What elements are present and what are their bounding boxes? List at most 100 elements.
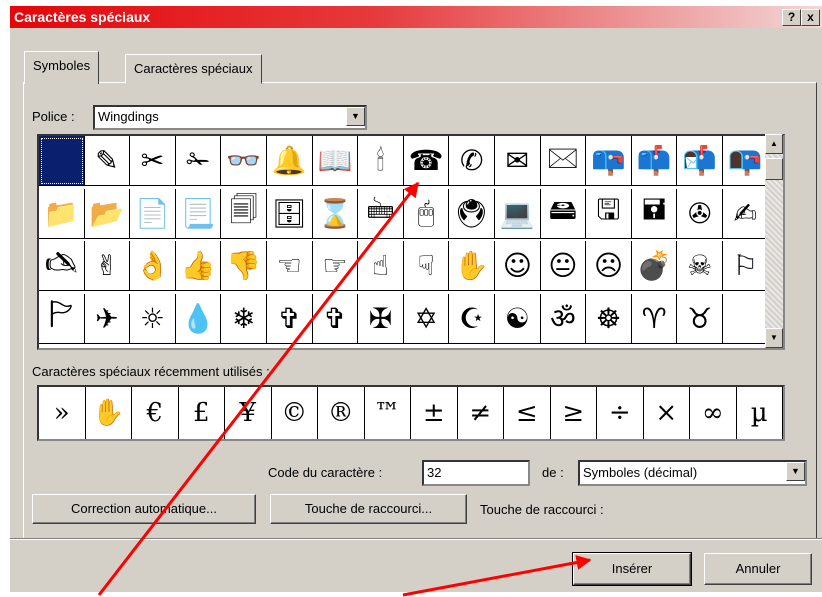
symbol-cell[interactable]: ☜ xyxy=(267,241,313,291)
symbol-cell[interactable] xyxy=(723,293,769,344)
chevron-down-icon[interactable]: ▼ xyxy=(346,107,365,126)
recent-char-cell[interactable]: ± xyxy=(411,387,458,439)
symbol-cell[interactable]: 📁 xyxy=(39,188,85,239)
symbol-cell[interactable]: ☝ xyxy=(358,241,404,291)
symbol-cell[interactable]: ✋ xyxy=(449,241,495,291)
symbol-cell[interactable]: ✈ xyxy=(84,293,131,344)
character-code-input[interactable]: 32 xyxy=(422,460,530,486)
symbol-cell[interactable]: 👌 xyxy=(130,241,176,291)
symbol-cell[interactable]: ✌ xyxy=(84,241,131,291)
symbol-cell[interactable]: 🗄 xyxy=(267,188,313,239)
symbol-cell[interactable]: 👍 xyxy=(175,241,222,291)
symbol-cell[interactable]: 🏱 xyxy=(39,293,85,344)
symbol-cell[interactable]: 💣 xyxy=(631,241,678,291)
recent-char-cell[interactable]: € xyxy=(132,387,179,439)
symbol-cell[interactable]: ☎ xyxy=(403,136,450,186)
recent-char-cell[interactable]: µ xyxy=(737,387,783,439)
recent-char-cell[interactable]: ≤ xyxy=(504,387,551,439)
symbol-cell[interactable]: ✁ xyxy=(175,136,222,186)
symbol-cell[interactable]: ☠ xyxy=(677,241,723,291)
symbol-cell[interactable]: 👎 xyxy=(221,241,267,291)
symbol-cell[interactable]: ✆ xyxy=(449,136,495,186)
symbol-cell[interactable]: ☟ xyxy=(403,241,450,291)
symbol-cell[interactable]: 📃 xyxy=(175,188,222,239)
shortcut-key-button[interactable]: Touche de raccourci... xyxy=(270,494,467,524)
symbol-cell[interactable]: ✠ xyxy=(358,293,404,344)
insert-button[interactable]: Insérer xyxy=(572,552,692,586)
chevron-down-icon[interactable]: ▼ xyxy=(786,462,805,481)
symbol-cell[interactable]: ♉ xyxy=(677,293,723,344)
symbol-cell[interactable]: 📫 xyxy=(631,136,678,186)
symbol-cell[interactable]: ✇ xyxy=(677,188,723,239)
symbol-cell[interactable]: 🖫 xyxy=(586,188,632,239)
from-select[interactable]: Symboles (décimal) ▼ xyxy=(578,460,807,486)
symbol-cell[interactable]: ✍ xyxy=(723,188,769,239)
symbol-cell[interactable]: ✞ xyxy=(312,293,359,344)
symbol-cell[interactable]: 💧 xyxy=(175,293,222,344)
recent-char-cell[interactable]: £ xyxy=(179,387,225,439)
autocorrect-button[interactable]: Correction automatique... xyxy=(32,494,256,524)
symbol-grid[interactable]: ✎ ✂ ✁ 👓 🔔 📖 🕯 ☎ ✆ ✉ 🖂 📪 📫 📬 📭 📁 📂 📄 📃 🗐 🗄 ⌛ 🖮 🖱 🖲 💻 🖴 🖫 🖬 ✇ ✍ 🖎 ✌ 👌 👍 👎 ☜ ☞ ☝ ☟… xyxy=(37,134,785,350)
symbol-cell[interactable]: 📂 xyxy=(84,188,131,239)
symbol-cell[interactable]: ✂ xyxy=(130,136,176,186)
symbol-cell[interactable]: ✞ xyxy=(267,293,313,344)
symbol-cell[interactable]: 📬 xyxy=(677,136,723,186)
tab-symboles[interactable]: Symboles xyxy=(24,51,100,84)
symbol-cell[interactable]: 🖱 xyxy=(403,188,450,239)
recent-char-cell[interactable]: ¥ xyxy=(225,387,272,439)
symbol-cell[interactable]: ☸ xyxy=(586,293,632,344)
help-button[interactable]: ? xyxy=(782,9,801,26)
symbol-cell[interactable]: ☹ xyxy=(586,241,632,291)
recent-char-cell[interactable]: ✋ xyxy=(86,387,132,439)
symbol-cell[interactable]: 🕯 xyxy=(358,136,404,186)
symbol-cell[interactable]: 🖲 xyxy=(449,188,495,239)
symbol-cell[interactable]: 💻 xyxy=(495,188,541,239)
recent-char-cell[interactable]: ≥ xyxy=(551,387,597,439)
symbol-cell[interactable]: ☺ xyxy=(495,241,541,291)
symbol-cell[interactable]: ❄ xyxy=(221,293,267,344)
symbol-cell[interactable]: 🖎 xyxy=(39,241,85,291)
cancel-button[interactable]: Annuler xyxy=(704,553,812,585)
symbol-cell[interactable]: 🖴 xyxy=(540,188,587,239)
symbol-cell[interactable]: 👓 xyxy=(221,136,267,186)
recent-characters[interactable]: » ✋ € £ ¥ © ® ™ ± ≠ ≤ ≥ ÷ × ∞ µ xyxy=(37,385,785,441)
symbol-cell[interactable]: ☞ xyxy=(312,241,359,291)
symbol-cell[interactable]: 🖮 xyxy=(358,188,404,239)
title-bar[interactable]: Caractères spéciaux ? x xyxy=(10,6,822,28)
recent-char-cell[interactable]: » xyxy=(39,387,86,439)
symbol-cell[interactable]: ✉ xyxy=(495,136,541,186)
symbol-cell[interactable]: ॐ xyxy=(540,293,587,344)
recent-char-cell[interactable]: ™ xyxy=(365,387,411,439)
symbol-cell[interactable]: 📪 xyxy=(586,136,632,186)
symbol-cell[interactable]: 📄 xyxy=(130,188,176,239)
symbol-cell[interactable]: 📭 xyxy=(723,136,769,186)
symbol-cell[interactable]: ♈ xyxy=(631,293,678,344)
symbol-cell[interactable]: 🗐 xyxy=(221,188,267,239)
recent-char-cell[interactable]: × xyxy=(644,387,690,439)
recent-char-cell[interactable]: ∞ xyxy=(690,387,737,439)
symbol-cell[interactable]: ⌛ xyxy=(312,188,359,239)
symbol-cell[interactable] xyxy=(39,136,85,186)
symbol-cell[interactable]: 🖬 xyxy=(631,188,678,239)
recent-char-cell[interactable]: ÷ xyxy=(597,387,644,439)
scroll-thumb[interactable] xyxy=(765,158,783,180)
symbol-cell[interactable]: 😐 xyxy=(540,241,587,291)
symbol-cell[interactable]: 📖 xyxy=(312,136,359,186)
scroll-down-icon[interactable]: ▼ xyxy=(765,328,783,348)
recent-char-cell[interactable]: © xyxy=(272,387,318,439)
symbol-cell[interactable]: ✎ xyxy=(84,136,131,186)
recent-char-cell[interactable]: ® xyxy=(318,387,365,439)
symbol-cell[interactable]: ⚐ xyxy=(723,241,769,291)
font-select[interactable]: Wingdings ▼ xyxy=(93,105,367,130)
recent-char-cell[interactable]: ≠ xyxy=(458,387,504,439)
symbol-cell[interactable]: ✡ xyxy=(403,293,450,344)
symbol-cell[interactable]: ☼ xyxy=(130,293,176,344)
symbol-cell[interactable]: 🔔 xyxy=(267,136,313,186)
close-button[interactable]: x xyxy=(801,9,820,26)
symbol-cell[interactable]: 🖂 xyxy=(540,136,587,186)
grid-scrollbar[interactable]: ▲ ▼ xyxy=(765,134,783,348)
scroll-up-icon[interactable]: ▲ xyxy=(765,134,783,154)
tab-caracteres-speciaux[interactable]: Caractères spéciaux xyxy=(125,54,262,84)
symbol-cell[interactable]: ☪ xyxy=(449,293,495,344)
symbol-cell[interactable]: ☯ xyxy=(495,293,541,344)
